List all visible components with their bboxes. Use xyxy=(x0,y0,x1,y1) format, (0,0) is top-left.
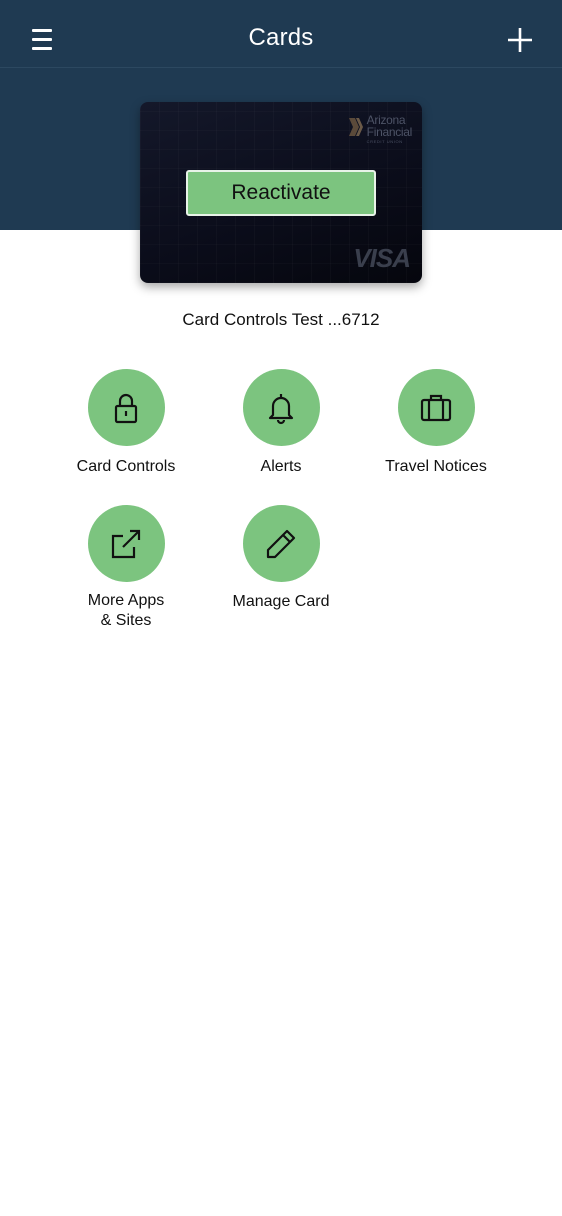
card-name: Card Controls Test ...6712 xyxy=(182,310,380,329)
travel-notices-label: Travel Notices xyxy=(385,458,487,475)
more-apps-circle xyxy=(87,505,165,582)
travel-notices-circle xyxy=(397,369,475,446)
card-network-logo: VISA xyxy=(353,243,411,273)
issuer-logo-icon xyxy=(348,118,363,136)
add-card-button[interactable] xyxy=(500,20,540,60)
more-apps-label: More Apps xyxy=(87,592,165,609)
action-card-controls[interactable]: Card Controls xyxy=(51,369,201,477)
manage-card-circle xyxy=(242,505,320,582)
action-more-apps-sites[interactable]: More Apps & Sites xyxy=(51,505,201,631)
reactivate-button[interactable]: Reactivate xyxy=(186,170,376,216)
debit-card-image[interactable]: Arizona Financial CREDIT UNION Reactivat… xyxy=(140,102,422,283)
more-apps-label-line2: & Sites xyxy=(100,612,152,629)
issuer-subtitle: CREDIT UNION xyxy=(366,139,403,144)
lock-icon xyxy=(114,393,138,423)
bell-icon xyxy=(268,393,294,424)
pencil-icon xyxy=(266,529,296,558)
alerts-label: Alerts xyxy=(260,458,302,475)
alerts-circle xyxy=(242,369,320,446)
suitcase-icon xyxy=(420,394,452,421)
issuer-logo: Arizona Financial CREDIT UNION xyxy=(348,114,412,144)
plus-icon xyxy=(508,28,532,52)
page-title: Cards xyxy=(248,24,314,51)
card-controls-circle xyxy=(87,369,165,446)
external-link-icon xyxy=(111,529,141,558)
card-controls-label: Card Controls xyxy=(76,458,176,475)
issuer-name-line2: Financial xyxy=(366,125,413,139)
action-alerts[interactable]: Alerts xyxy=(206,369,356,477)
action-manage-card[interactable]: Manage Card xyxy=(206,505,356,612)
manage-card-label: Manage Card xyxy=(232,593,330,610)
navigation-bar: Cards xyxy=(0,0,562,68)
action-travel-notices[interactable]: Travel Notices xyxy=(361,369,511,477)
